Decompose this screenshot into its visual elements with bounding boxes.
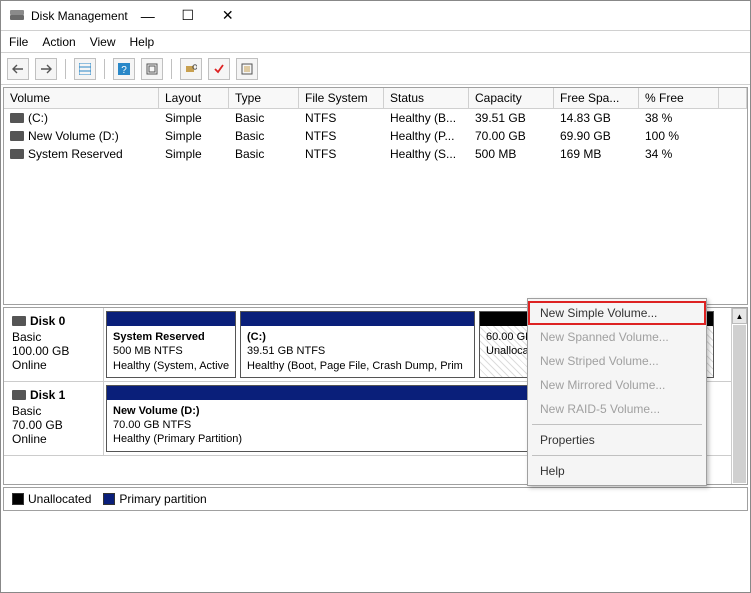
scroll-thumb[interactable]: [733, 325, 746, 483]
disk-icon: [12, 390, 26, 400]
disk-label[interactable]: Disk 1Basic70.00 GBOnline: [4, 382, 104, 455]
legend-unallocated: Unallocated: [28, 492, 91, 506]
legend: Unallocated Primary partition: [3, 487, 748, 511]
col-pctfree[interactable]: % Free: [639, 88, 719, 108]
menu-help[interactable]: Help: [130, 35, 155, 49]
toolbar: ?: [1, 53, 750, 85]
view-list-button[interactable]: [74, 58, 96, 80]
col-freespace[interactable]: Free Spa...: [554, 88, 639, 108]
menu-item: New Spanned Volume...: [528, 325, 706, 349]
disk-icon: [12, 316, 26, 326]
menu-item[interactable]: New Simple Volume...: [528, 301, 706, 325]
back-button[interactable]: [7, 58, 29, 80]
menu-item: New Striped Volume...: [528, 349, 706, 373]
properties-button[interactable]: [236, 58, 258, 80]
menu-item: New RAID-5 Volume...: [528, 397, 706, 421]
partition[interactable]: System Reserved500 MB NTFSHealthy (Syste…: [106, 311, 236, 378]
scroll-up-icon[interactable]: ▲: [732, 308, 747, 324]
refresh-button[interactable]: [141, 58, 163, 80]
menu-item: New Mirrored Volume...: [528, 373, 706, 397]
table-row[interactable]: System Reserved Simple Basic NTFS Health…: [4, 145, 747, 163]
menu-item-properties[interactable]: Properties: [528, 428, 706, 452]
menu-action[interactable]: Action: [42, 35, 75, 49]
svg-text:?: ?: [121, 65, 127, 75]
menu-item-help[interactable]: Help: [528, 459, 706, 483]
primary-swatch: [103, 493, 115, 505]
table-row[interactable]: New Volume (D:) Simple Basic NTFS Health…: [4, 127, 747, 145]
menu-view[interactable]: View: [90, 35, 116, 49]
vertical-scrollbar[interactable]: ▲: [731, 308, 747, 484]
col-layout[interactable]: Layout: [159, 88, 229, 108]
legend-primary: Primary partition: [119, 492, 206, 506]
col-capacity[interactable]: Capacity: [469, 88, 554, 108]
minimize-button[interactable]: —: [128, 2, 168, 30]
graphical-view: Disk 0Basic100.00 GBOnlineSystem Reserve…: [3, 307, 748, 485]
unallocated-swatch: [12, 493, 24, 505]
col-type[interactable]: Type: [229, 88, 299, 108]
volume-list: Volume Layout Type File System Status Ca…: [3, 87, 748, 305]
volume-icon: [10, 149, 24, 159]
action-button[interactable]: [208, 58, 230, 80]
rescan-button[interactable]: [180, 58, 202, 80]
context-menu: New Simple Volume...New Spanned Volume..…: [527, 298, 707, 486]
volume-icon: [10, 113, 24, 123]
volume-icon: [10, 131, 24, 141]
titlebar: Disk Management — ☐ ✕: [1, 1, 750, 31]
table-row[interactable]: (C:) Simple Basic NTFS Healthy (B... 39.…: [4, 109, 747, 127]
volume-list-header: Volume Layout Type File System Status Ca…: [4, 88, 747, 109]
col-filesystem[interactable]: File System: [299, 88, 384, 108]
col-volume[interactable]: Volume: [4, 88, 159, 108]
maximize-button[interactable]: ☐: [168, 2, 208, 30]
partition[interactable]: (C:)39.51 GB NTFSHealthy (Boot, Page Fil…: [240, 311, 475, 378]
help-button[interactable]: ?: [113, 58, 135, 80]
menubar: File Action View Help: [1, 31, 750, 53]
forward-button[interactable]: [35, 58, 57, 80]
close-button[interactable]: ✕: [208, 2, 248, 30]
col-status[interactable]: Status: [384, 88, 469, 108]
disk-label[interactable]: Disk 0Basic100.00 GBOnline: [4, 308, 104, 381]
app-icon: [9, 8, 25, 24]
menu-file[interactable]: File: [9, 35, 28, 49]
window-title: Disk Management: [31, 9, 128, 23]
